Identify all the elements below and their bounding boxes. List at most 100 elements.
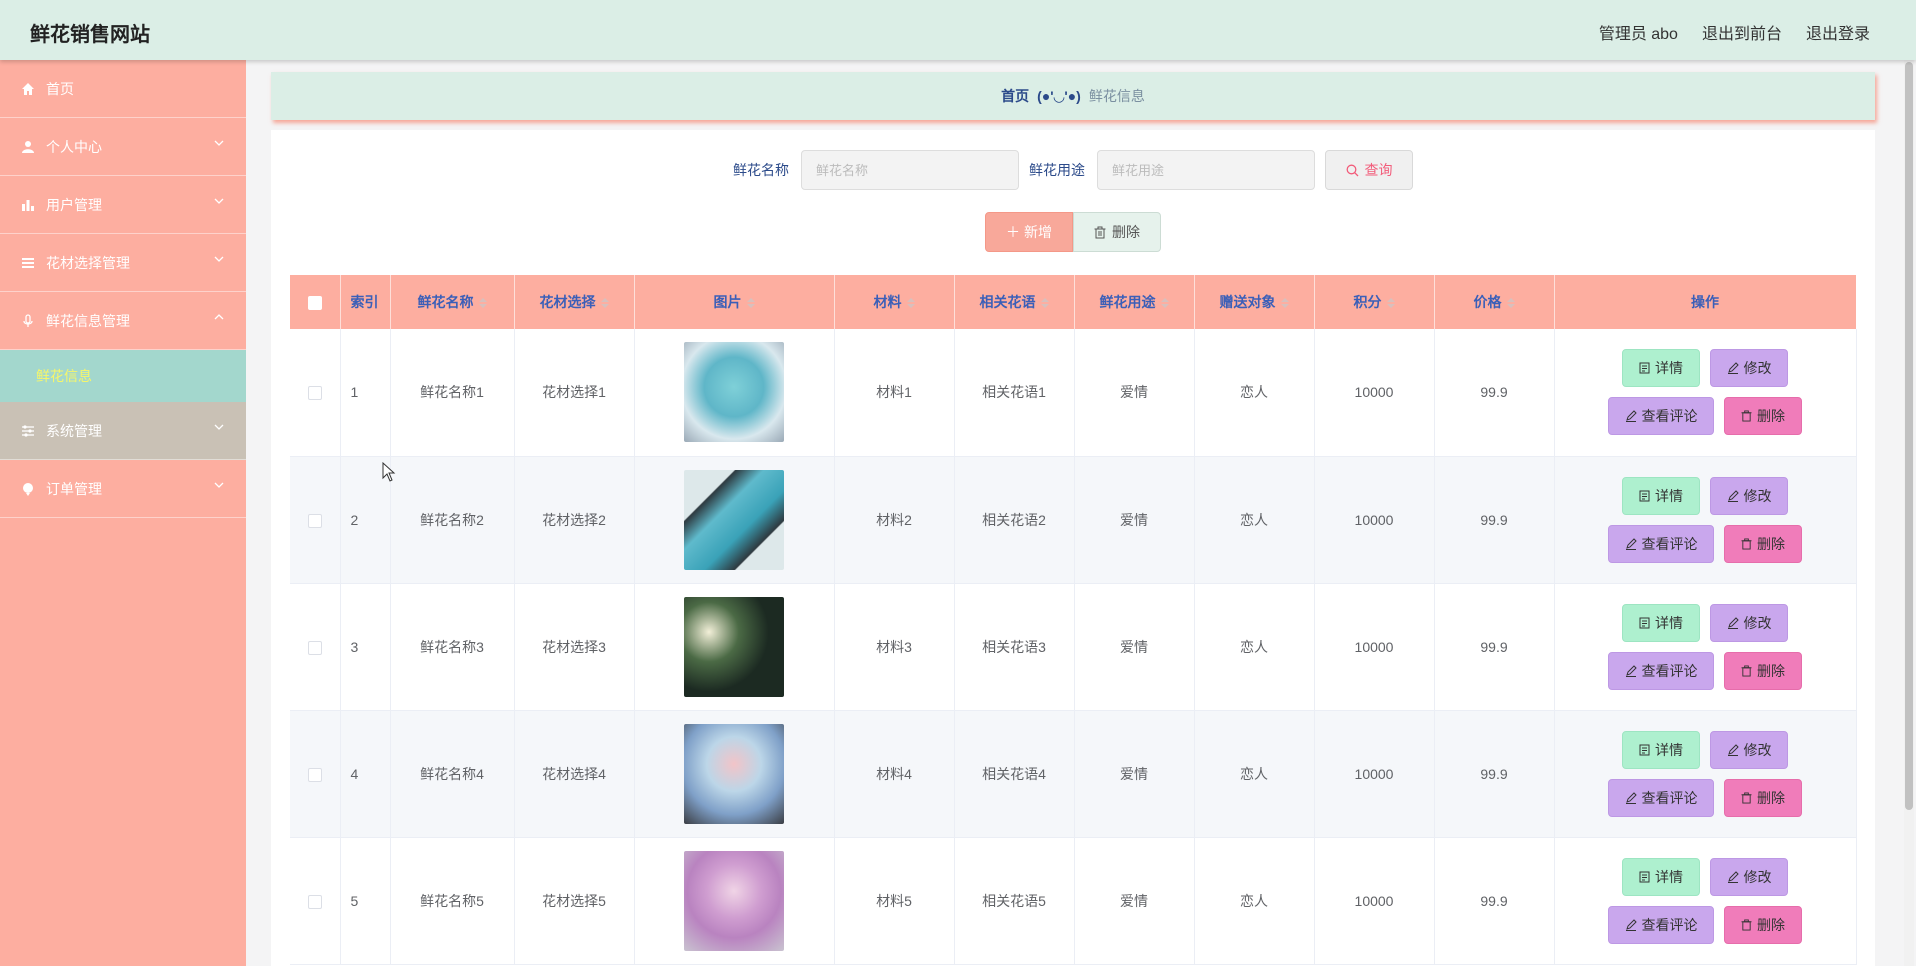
table-row[interactable]: 3 鲜花名称3 花材选择3 材料3 相关花语3 爱情 恋人 10000 99.9… bbox=[290, 583, 1857, 711]
edit-button-label: 修改 bbox=[1743, 741, 1772, 758]
row-checkbox[interactable] bbox=[307, 767, 322, 782]
sort-icon[interactable] bbox=[1386, 295, 1395, 311]
sliders-icon bbox=[20, 423, 36, 439]
cell-operations: 详情 修改 查看评论 删除 bbox=[1554, 329, 1857, 457]
delete-button[interactable]: 删除 bbox=[1724, 524, 1802, 563]
sidebar-item-system[interactable]: 系统管理 bbox=[0, 402, 246, 460]
flower-image[interactable] bbox=[684, 850, 784, 951]
delete-button[interactable]: 删除 bbox=[1724, 651, 1802, 690]
sort-icon[interactable] bbox=[746, 295, 755, 311]
row-select-cell[interactable] bbox=[290, 456, 341, 584]
page-scrollbar[interactable] bbox=[1904, 60, 1914, 966]
detail-button[interactable]: 详情 bbox=[1622, 857, 1700, 896]
table-row[interactable]: 4 鲜花名称4 花材选择4 材料4 相关花语4 爱情 恋人 10000 99.9… bbox=[290, 710, 1857, 838]
submenu-item-flower-info[interactable]: 鲜花信息 bbox=[0, 350, 246, 402]
delete-button-label: 删除 bbox=[1757, 789, 1785, 806]
column-header[interactable]: 价格 bbox=[1434, 275, 1555, 329]
edit-button[interactable]: 修改 bbox=[1710, 730, 1788, 769]
column-header[interactable]: 赠送对象 bbox=[1194, 275, 1315, 329]
row-checkbox[interactable] bbox=[307, 894, 322, 909]
column-header[interactable]: 图片 bbox=[634, 275, 835, 329]
edit-button[interactable]: 修改 bbox=[1710, 349, 1788, 388]
table-row[interactable]: 2 鲜花名称2 花材选择2 材料2 相关花语2 爱情 恋人 10000 99.9… bbox=[290, 456, 1857, 584]
sort-icon[interactable] bbox=[1506, 295, 1515, 311]
sort-icon[interactable] bbox=[1160, 295, 1169, 311]
row-actions: 详情 修改 查看评论 删除 bbox=[1555, 476, 1856, 563]
batch-delete-button[interactable]: 删除 bbox=[1073, 212, 1161, 252]
edit-button-label: 修改 bbox=[1743, 360, 1772, 377]
view-reviews-button[interactable]: 查看评论 bbox=[1608, 397, 1714, 436]
sidebar-item-users[interactable]: 用户管理 bbox=[0, 176, 246, 234]
edit-button[interactable]: 修改 bbox=[1710, 857, 1788, 896]
row-checkbox[interactable] bbox=[307, 513, 322, 528]
user-icon bbox=[20, 139, 36, 155]
column-header[interactable]: 花材选择 bbox=[514, 275, 635, 329]
select-all-checkbox[interactable] bbox=[307, 296, 322, 311]
delete-button[interactable]: 删除 bbox=[1724, 778, 1802, 817]
logout-link[interactable]: 退出登录 bbox=[1806, 20, 1870, 44]
trash-icon bbox=[1741, 538, 1752, 549]
trash-icon bbox=[1094, 226, 1106, 238]
table-row[interactable]: 1 鲜花名称1 花材选择1 材料1 相关花语1 爱情 恋人 10000 99.9… bbox=[290, 329, 1857, 457]
column-header[interactable]: 材料 bbox=[834, 275, 955, 329]
detail-button[interactable]: 详情 bbox=[1622, 730, 1700, 769]
column-header[interactable]: 积分 bbox=[1314, 275, 1435, 329]
select-all-header[interactable] bbox=[290, 275, 341, 329]
sort-icon[interactable] bbox=[478, 295, 487, 311]
sidebar-item-material[interactable]: 花材选择管理 bbox=[0, 234, 246, 292]
query-button[interactable]: 查询 bbox=[1325, 150, 1413, 190]
cell-price: 99.9 bbox=[1434, 583, 1555, 711]
sort-icon[interactable] bbox=[600, 295, 609, 311]
cell-index: 5 bbox=[340, 837, 391, 965]
row-select-cell[interactable] bbox=[290, 837, 341, 965]
detail-button[interactable]: 详情 bbox=[1622, 603, 1700, 642]
row-checkbox[interactable] bbox=[307, 386, 322, 401]
flower-image[interactable] bbox=[684, 596, 784, 697]
action-bar: ＋ 新增 删除 bbox=[271, 212, 1875, 252]
view-reviews-button[interactable]: 查看评论 bbox=[1608, 778, 1714, 817]
back-to-front-link[interactable]: 退出到前台 bbox=[1702, 20, 1782, 44]
detail-button-label: 详情 bbox=[1655, 741, 1683, 758]
detail-button[interactable]: 详情 bbox=[1622, 476, 1700, 515]
sidebar-item-flower-info[interactable]: 鲜花信息管理 bbox=[0, 292, 246, 350]
sort-icon[interactable] bbox=[1040, 295, 1049, 311]
edit-button[interactable]: 修改 bbox=[1710, 476, 1788, 515]
row-actions-top: 详情 修改 bbox=[1622, 730, 1788, 769]
column-header[interactable]: 鲜花用途 bbox=[1074, 275, 1195, 329]
column-header[interactable]: 相关花语 bbox=[954, 275, 1075, 329]
add-button[interactable]: ＋ 新增 bbox=[985, 212, 1073, 252]
pencil-icon bbox=[1727, 489, 1739, 502]
flower-image[interactable] bbox=[684, 723, 784, 824]
sidebar-item-home[interactable]: 首页 bbox=[0, 60, 246, 118]
view-reviews-button[interactable]: 查看评论 bbox=[1608, 524, 1714, 563]
row-select-cell[interactable] bbox=[290, 583, 341, 711]
view-reviews-button[interactable]: 查看评论 bbox=[1608, 651, 1714, 690]
pencil-icon bbox=[1625, 410, 1637, 423]
edit-button[interactable]: 修改 bbox=[1710, 603, 1788, 642]
detail-button[interactable]: 详情 bbox=[1622, 349, 1700, 388]
row-select-cell[interactable] bbox=[290, 329, 341, 457]
pencil-icon bbox=[1625, 537, 1637, 550]
chevron-down-icon bbox=[214, 198, 224, 204]
document-icon bbox=[1639, 871, 1650, 882]
column-header[interactable]: 鲜花名称 bbox=[390, 275, 515, 329]
view-reviews-button[interactable]: 查看评论 bbox=[1608, 905, 1714, 944]
delete-button[interactable]: 删除 bbox=[1724, 905, 1802, 944]
pencil-icon bbox=[1727, 616, 1739, 629]
table-row[interactable]: 5 鲜花名称5 花材选择5 材料5 相关花语5 爱情 恋人 10000 99.9… bbox=[290, 837, 1857, 965]
cell-use: 爱情 bbox=[1074, 329, 1195, 457]
use-search-input[interactable] bbox=[1097, 150, 1315, 190]
delete-button[interactable]: 删除 bbox=[1724, 397, 1802, 436]
sidebar-item-orders[interactable]: 订单管理 bbox=[0, 460, 246, 518]
sort-icon[interactable] bbox=[1280, 295, 1289, 311]
row-checkbox[interactable] bbox=[307, 640, 322, 655]
flower-image[interactable] bbox=[684, 342, 784, 443]
name-search-input[interactable] bbox=[801, 150, 1019, 190]
sort-icon[interactable] bbox=[906, 295, 915, 311]
sidebar-item-personal[interactable]: 个人中心 bbox=[0, 118, 246, 176]
breadcrumb-home[interactable]: 首页 bbox=[1001, 86, 1029, 106]
row-select-cell[interactable] bbox=[290, 710, 341, 838]
pencil-icon bbox=[1727, 362, 1739, 375]
scrollbar-thumb[interactable] bbox=[1905, 62, 1913, 810]
flower-image[interactable] bbox=[684, 469, 784, 570]
